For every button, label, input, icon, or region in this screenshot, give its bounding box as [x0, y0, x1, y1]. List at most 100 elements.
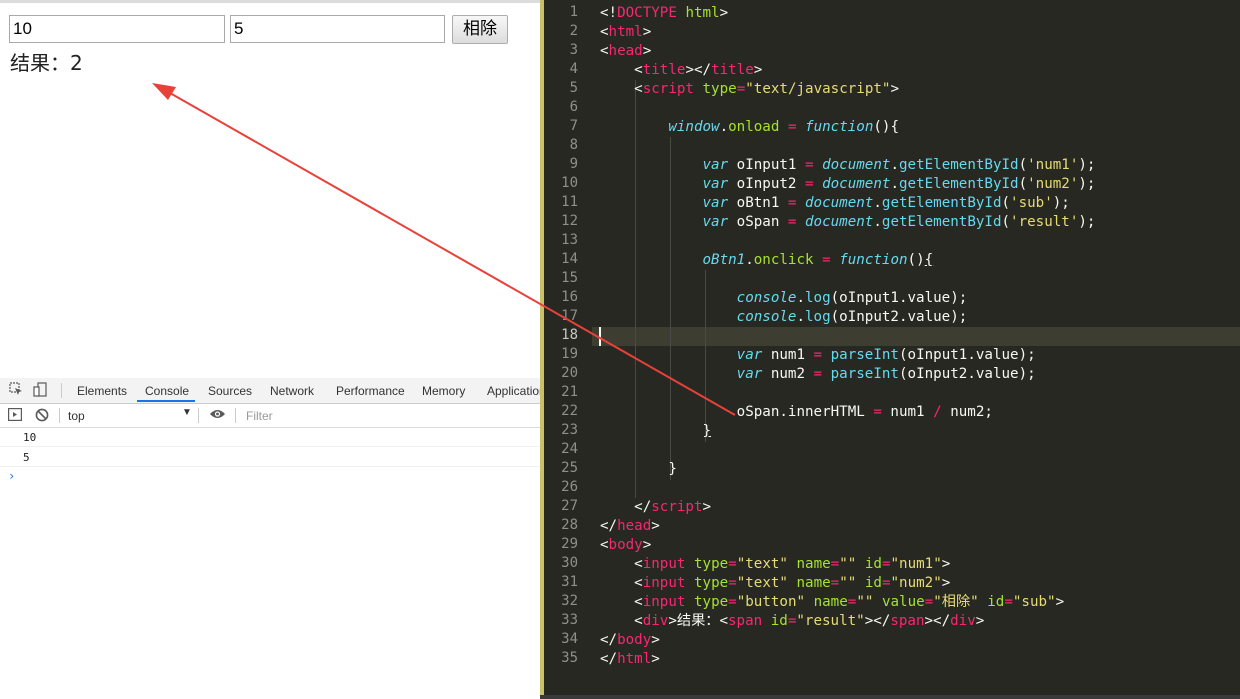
text-cursor	[599, 327, 601, 346]
line-number: 10	[561, 175, 578, 191]
line-number: 12	[561, 213, 578, 229]
line-number: 9	[569, 156, 578, 172]
code-line-11: var oBtn1 = document.getElementById('sub…	[702, 195, 1070, 211]
toolbar-divider	[59, 408, 60, 423]
devtools-tabbar: Elements Console Sources Network Perform…	[0, 378, 546, 404]
toolbar-divider	[235, 408, 236, 423]
line-number: 24	[561, 441, 578, 457]
filter-input[interactable]: Filter	[246, 409, 273, 423]
code-line-12: var oSpan = document.getElementById('res…	[702, 214, 1096, 230]
line-number: 35	[561, 650, 578, 666]
tab-console[interactable]: Console	[145, 384, 189, 398]
tabbar-divider	[61, 383, 62, 398]
line-number: 5	[569, 80, 578, 96]
devtools-panel: Elements Console Sources Network Perform…	[0, 378, 546, 699]
tab-sources[interactable]: Sources	[208, 384, 252, 398]
line-number: 20	[561, 365, 578, 381]
line-number: 27	[561, 498, 578, 514]
line-number: 18	[561, 327, 578, 343]
line-number: 29	[561, 536, 578, 552]
tab-performance[interactable]: Performance	[336, 384, 405, 398]
line-number: 23	[561, 422, 578, 438]
live-expression-eye-icon[interactable]	[209, 408, 226, 424]
console-log-line: 5	[0, 448, 540, 467]
code-line-5: <script type="text/javascript">	[600, 81, 899, 97]
code-line-17: console.log(oInput2.value);	[736, 309, 968, 325]
code-line-28: </head>	[600, 518, 660, 534]
toolbar-divider	[198, 408, 199, 423]
code-line-29: <body>	[600, 537, 652, 553]
context-dropdown-arrow-icon[interactable]: ▼	[182, 407, 192, 418]
device-toolbar-icon[interactable]	[33, 382, 48, 401]
active-tab-indicator	[137, 400, 195, 402]
code-line-33: <div>结果：<span id="result"></span></div>	[600, 613, 985, 629]
horizontal-scrollbar[interactable]	[540, 695, 1240, 699]
context-selector[interactable]: top	[68, 409, 85, 423]
console-prompt-icon[interactable]: ›	[8, 469, 15, 483]
line-number: 21	[561, 384, 578, 400]
code-line-16: console.log(oInput1.value);	[736, 290, 968, 306]
line-number: 30	[561, 555, 578, 571]
code-line-14: oBtn1.onclick = function(){	[702, 252, 934, 268]
code-line-31: <input type="text" name="" id="num2">	[600, 575, 951, 591]
code-line-3: <head>	[600, 43, 652, 59]
tab-network[interactable]: Network	[270, 384, 314, 398]
line-number: 32	[561, 593, 578, 609]
code-line-2: <html>	[600, 24, 652, 40]
line-number: 25	[561, 460, 578, 476]
code-line-35: </html>	[600, 651, 660, 667]
code-line-4: <title></title>	[600, 62, 763, 78]
browser-pane: 10 5 相除 结果：2 Elements Console Sources Ne…	[0, 0, 546, 699]
browser-top-border	[0, 0, 540, 3]
line-number: 6	[569, 99, 578, 115]
code-line-23: }	[702, 423, 712, 439]
line-number: 8	[569, 137, 578, 153]
tab-application[interactable]: Application	[487, 384, 546, 398]
result-label: 结果：	[10, 51, 70, 75]
code-line-22: oSpan.innerHTML = num1 / num2;	[600, 404, 993, 420]
line-number: 14	[561, 251, 578, 267]
line-number: 15	[561, 270, 578, 286]
code-line-9: var oInput1 = document.getElementById('n…	[702, 157, 1096, 173]
line-number: 13	[561, 232, 578, 248]
console-log-line: 10	[0, 428, 540, 447]
line-number: 17	[561, 308, 578, 324]
result-value: 2	[70, 51, 83, 75]
code-line-20: var num2 = parseInt(oInput2.value);	[736, 366, 1036, 382]
line-number: 19	[561, 346, 578, 362]
console-toolbar: top ▼ Filter	[0, 404, 540, 428]
inspect-element-icon[interactable]	[9, 382, 23, 400]
code-line-10: var oInput2 = document.getElementById('n…	[702, 176, 1096, 192]
code-line-34: </body>	[600, 632, 660, 648]
current-line-highlight	[540, 327, 1240, 346]
line-number: 26	[561, 479, 578, 495]
code-line-7: window.onload = function(){	[668, 119, 899, 135]
line-number: 1	[569, 4, 578, 20]
tab-elements[interactable]: Elements	[77, 384, 127, 398]
code-line-27: </script>	[600, 499, 712, 515]
num1-input[interactable]: 10	[9, 15, 225, 43]
show-sidebar-icon[interactable]	[8, 408, 23, 425]
line-number: 11	[561, 194, 578, 210]
line-number: 33	[561, 612, 578, 628]
line-number: 7	[569, 118, 578, 134]
line-number: 3	[569, 42, 578, 58]
code-line-1: <!DOCTYPE html>	[600, 5, 729, 21]
clear-console-icon[interactable]	[35, 408, 49, 426]
line-number: 4	[569, 61, 578, 77]
line-number: 2	[569, 23, 578, 39]
code-line-30: <input type="text" name="" id="num1">	[600, 556, 951, 572]
line-number: 31	[561, 574, 578, 590]
divide-button[interactable]: 相除	[452, 15, 508, 44]
code-editor[interactable]: 1 2 3 4 5 6 7 8 9 10 11 12 13 14 15 16 17 18 19 20 21 22 23 24 2…	[540, 0, 1240, 699]
code-line-25: }	[600, 461, 677, 477]
code-line-19: var num1 = parseInt(oInput1.value);	[736, 347, 1036, 363]
code-line-32: <input type="button" name="" value="相除" …	[600, 594, 1065, 610]
tab-memory[interactable]: Memory	[422, 384, 465, 398]
num2-input[interactable]: 5	[230, 15, 445, 43]
result-line: 结果：2	[10, 47, 83, 76]
line-number: 16	[561, 289, 578, 305]
line-number: 28	[561, 517, 578, 533]
line-number: 34	[561, 631, 578, 647]
line-number: 22	[561, 403, 578, 419]
